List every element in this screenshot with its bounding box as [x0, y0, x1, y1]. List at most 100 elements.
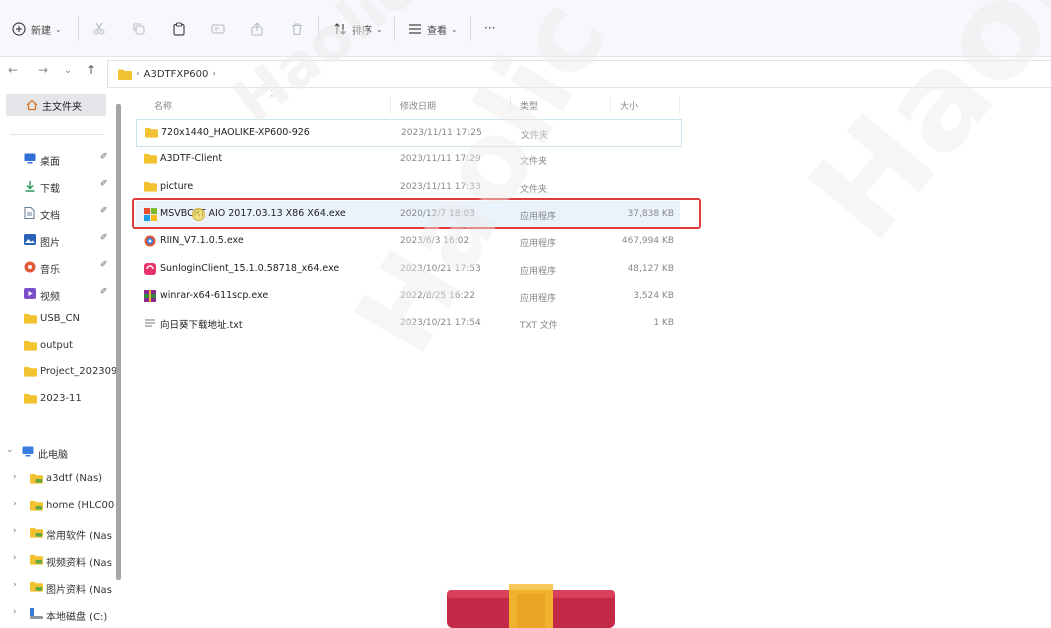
pin-icon: ✐ [100, 233, 108, 243]
chevron-down-icon: ⌄ [55, 24, 62, 34]
file-row[interactable]: 720x1440_HAOLIKE-XP600-926 2023/11/11 17… [136, 119, 682, 147]
file-type: 文件夹 [520, 184, 548, 195]
navigation-pane: 主文件夹 桌面 ✐ 下载 ✐ 文档 ✐ 图片 ✐ 音乐 ✐ 视频 ✐ USB_C… [0, 88, 116, 628]
breadcrumb-segment[interactable]: A3DTFXP600 [144, 69, 209, 80]
sidebar-item-this-pc[interactable]: ⌄ 此电脑 [0, 441, 116, 463]
new-button[interactable]: 新建 ⌄ [12, 18, 62, 40]
column-divider[interactable] [610, 96, 611, 114]
sidebar-item-quick-access[interactable]: 视频 ✐ [0, 283, 116, 305]
sidebar-item-label: 2023-11 [40, 392, 82, 404]
file-row[interactable]: picture 2023/11/11 17:33 文件夹 [136, 174, 680, 200]
column-header-type[interactable]: 类型 [520, 99, 538, 112]
file-date: 2023/10/21 17:54 [400, 318, 481, 329]
download-icon [24, 180, 36, 195]
sidebar-item-quick-access[interactable]: 桌面 ✐ [0, 148, 116, 170]
mouse-cursor-highlight [192, 208, 205, 221]
column-header: 名称 ⌃ 修改日期 类型 大小 [136, 92, 680, 116]
drive-icon [30, 500, 43, 514]
file-row[interactable]: 向日葵下载地址.txt 2023/10/21 17:54 TXT 文件 1 KB [136, 310, 680, 336]
file-row[interactable]: winrar-x64-611scp.exe 2022/8/25 16:22 应用… [136, 283, 680, 309]
sidebar-item-label: 图片资料 (Nas [46, 585, 112, 596]
sidebar-item-label: 图片 [40, 238, 60, 249]
local-disk-icon [30, 608, 43, 622]
folder-icon [24, 393, 37, 407]
file-row[interactable]: A3DTF-Client 2023/11/11 17:29 文件夹 [136, 146, 680, 172]
file-type: 应用程序 [520, 239, 557, 250]
forward-button[interactable]: → [38, 63, 48, 77]
pin-icon: ✐ [100, 179, 108, 189]
chevron-right-icon: › [13, 580, 17, 590]
folder-icon [144, 181, 157, 195]
share-icon [251, 22, 263, 36]
chevron-right-icon: › [13, 553, 17, 563]
column-header-size[interactable]: 大小 [620, 99, 638, 112]
drive-icon [30, 473, 43, 487]
cut-button[interactable] [92, 18, 106, 40]
up-button[interactable]: ↑ [86, 63, 96, 77]
sidebar-item-folder[interactable]: 2023-11 [0, 388, 116, 410]
nav-scrollbar[interactable] [116, 104, 121, 580]
new-button-label: 新建 [31, 25, 51, 37]
rename-icon [211, 24, 225, 34]
view-button[interactable]: 查看 ⌄ [408, 18, 458, 40]
drive-icon [30, 554, 43, 568]
file-row[interactable]: SunloginClient_15.1.0.58718_x64.exe 2023… [136, 256, 680, 282]
file-date: 2022/8/25 16:22 [400, 290, 475, 301]
folder-icon [24, 366, 37, 380]
chevron-down-icon: ⌄ [6, 445, 14, 455]
sidebar-item-drive[interactable]: › 视频资料 (Nas [0, 549, 116, 571]
sidebar-item-drive[interactable]: › a3dtf (Nas) [0, 468, 116, 490]
winrar-icon [144, 289, 156, 305]
copy-button[interactable] [132, 18, 146, 40]
sidebar-item-drive[interactable]: › 图片资料 (Nas [0, 576, 116, 598]
file-name: picture [160, 180, 194, 192]
paste-button[interactable] [172, 18, 186, 40]
folder-icon [24, 313, 37, 327]
column-header-name[interactable]: 名称 [154, 99, 172, 112]
sidebar-item-drive[interactable]: › 常用软件 (Nas [0, 522, 116, 544]
address-bar[interactable]: › A3DTFXP600 › [107, 60, 1051, 88]
pin-icon: ✐ [100, 260, 108, 270]
trash-icon [292, 23, 302, 36]
column-divider[interactable] [679, 96, 680, 114]
share-button[interactable] [250, 18, 264, 40]
column-divider[interactable] [390, 96, 391, 114]
sidebar-item-label: 文档 [40, 211, 60, 222]
chevron-down-icon: ⌄ [376, 24, 383, 34]
chevron-right-icon: › [212, 69, 216, 79]
more-options-button[interactable]: ··· [484, 17, 495, 39]
toolbar-divider [470, 17, 471, 41]
toolbar-divider [318, 17, 319, 41]
sort-button[interactable]: 排序 ⌄ [333, 18, 383, 40]
sunlogin-icon [144, 262, 156, 278]
column-header-date[interactable]: 修改日期 [400, 99, 436, 112]
back-button[interactable]: ← [8, 63, 18, 77]
recent-locations-button[interactable]: ⌄ [64, 65, 72, 76]
file-size: 48,127 KB [627, 263, 674, 274]
sidebar-item-quick-access[interactable]: 图片 ✐ [0, 229, 116, 251]
sidebar-item-quick-access[interactable]: 下载 ✐ [0, 175, 116, 197]
copy-icon [133, 23, 145, 35]
sidebar-item-drive[interactable]: › 本地磁盘 (C:) [0, 603, 116, 625]
sidebar-item-home[interactable]: 主文件夹 [6, 94, 106, 116]
sidebar-item-quick-access[interactable]: 音乐 ✐ [0, 256, 116, 278]
column-divider[interactable] [510, 96, 511, 114]
chevron-right-icon: › [13, 607, 17, 617]
sidebar-item-label: 视频资料 (Nas [46, 558, 112, 569]
sort-icon [334, 23, 346, 35]
pin-icon: ✐ [100, 152, 108, 162]
sidebar-item-folder[interactable]: USB_CN [0, 308, 116, 330]
sidebar-item-drive[interactable]: › home (HLC00 [0, 495, 116, 517]
pin-icon: ✐ [100, 206, 108, 216]
nav-divider [10, 134, 104, 135]
chevron-down-icon: ⌄ [451, 24, 458, 34]
sidebar-item-folder[interactable]: output [0, 335, 116, 357]
rename-button[interactable] [211, 18, 225, 40]
sidebar-item-quick-access[interactable]: 文档 ✐ [0, 202, 116, 224]
more-options-label: ··· [484, 21, 496, 35]
sidebar-item-folder[interactable]: Project_202309 [0, 361, 116, 383]
clipboard-icon [173, 22, 185, 36]
file-row[interactable]: RIIN_V7.1.0.5.exe 2023/6/3 16:02 应用程序 46… [136, 228, 680, 254]
folder-icon [145, 127, 158, 141]
delete-button[interactable] [290, 18, 304, 40]
